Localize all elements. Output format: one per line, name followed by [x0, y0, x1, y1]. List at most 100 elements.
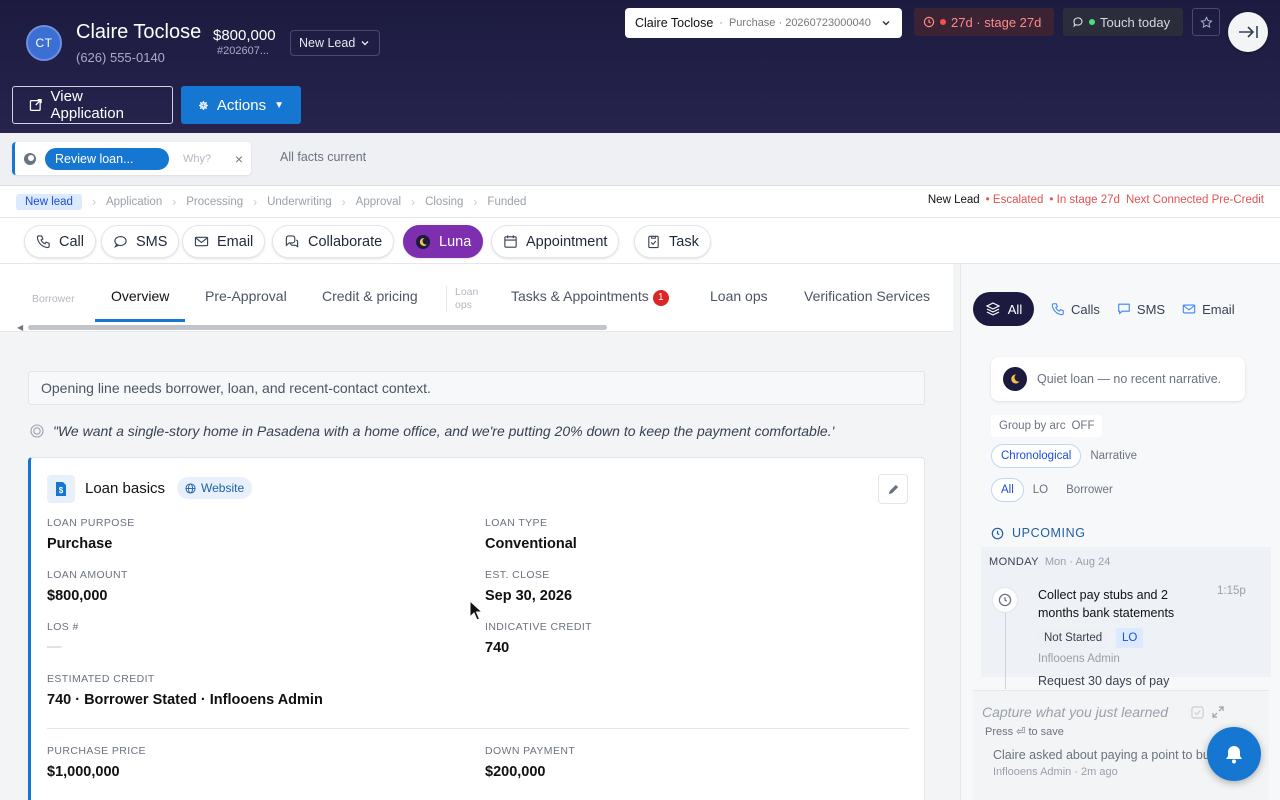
status-dropdown[interactable]: New Lead — [290, 30, 381, 56]
task-title[interactable]: Collect pay stubs and 2 months bank stat… — [1038, 586, 1188, 622]
upcoming-heading: UPCOMING — [991, 526, 1086, 540]
loan-amount-value: $800,000 — [47, 588, 108, 604]
los-value: — — [47, 639, 62, 655]
stage-chip-label: 27d · stage 27d — [951, 14, 1042, 30]
tab-tasks-appointments[interactable]: Tasks & Appointments 1 — [511, 288, 669, 306]
next-step-link[interactable]: Next Connected Pre-Credit — [1126, 194, 1264, 206]
tab-loan-ops[interactable]: Loan ops — [710, 288, 768, 304]
chevron-right-icon: › — [172, 195, 177, 209]
activity-tab-all[interactable]: All — [973, 292, 1034, 326]
stage-new-lead[interactable]: New lead — [16, 194, 82, 210]
chat-bubble-icon — [1073, 17, 1083, 28]
message-square-icon — [1118, 303, 1130, 315]
chevron-right-icon: › — [411, 195, 416, 209]
scroll-left-arrow[interactable]: ◀ — [17, 323, 23, 332]
quiet-loan-text: Quiet loan — no recent narrative. — [1037, 372, 1222, 386]
stage-chip[interactable]: 27d · stage 27d — [914, 8, 1054, 36]
filter-all[interactable]: All — [991, 478, 1024, 502]
calendar-icon — [504, 235, 517, 248]
loan-type-label: LOAN TYPE — [485, 517, 548, 529]
gear-icon — [199, 100, 208, 110]
edit-button[interactable] — [878, 474, 908, 504]
mail-icon — [194, 236, 209, 247]
tab-credit-pricing[interactable]: Credit & pricing — [322, 288, 418, 304]
loan-selector-detail: Purchase · 20260723000040 — [728, 17, 871, 29]
task-button[interactable]: Task — [634, 225, 711, 258]
tab-borrower[interactable]: Borrower — [32, 293, 75, 305]
luna-label: Luna — [439, 233, 472, 250]
group-by-arc-toggle[interactable]: Group by arc OFF — [991, 415, 1103, 437]
task-label: Task — [669, 233, 699, 250]
stage-funded[interactable]: Funded — [487, 193, 526, 211]
task-owner: Inflooens Admin — [1038, 653, 1120, 665]
luna-button[interactable]: Luna — [403, 225, 484, 258]
touch-chip[interactable]: Touch today — [1063, 8, 1183, 36]
loan-amount: $800,000 — [213, 27, 276, 44]
task-detail: Request 30 days of pay — [1038, 674, 1170, 688]
opening-line-hint: Opening line needs borrower, loan, and r… — [28, 371, 925, 405]
actions-button[interactable]: Actions ▼ — [181, 86, 301, 124]
indicative-credit-value: 740 — [485, 640, 510, 656]
actions-label: Actions — [216, 96, 267, 114]
activity-tab-calls[interactable]: Calls — [1051, 302, 1100, 317]
expand-icon[interactable] — [1211, 705, 1225, 719]
stage-underwriting[interactable]: Underwriting — [267, 193, 332, 211]
loan-selector[interactable]: Claire Toclose · Purchase · 202607230000… — [625, 8, 902, 38]
activity-tab-email[interactable]: Email — [1182, 302, 1235, 317]
loan-amount-label: LOAN AMOUNT — [47, 569, 128, 581]
filter-borrower[interactable]: Borrower — [1057, 478, 1122, 502]
chevron-down-icon — [361, 41, 369, 46]
stage-application[interactable]: Application — [106, 193, 162, 211]
activity-tabs: All Calls SMS Email — [973, 292, 1235, 326]
task-status-badge[interactable]: Not Started — [1038, 628, 1109, 648]
luna-mini-icon — [24, 152, 36, 165]
tab-loan-ops-collapsed[interactable]: Loan ops — [446, 286, 478, 312]
stage-processing[interactable]: Processing — [186, 193, 243, 211]
loan-purpose-label: LOAN PURPOSE — [47, 517, 135, 529]
loan-selector-name: Claire Toclose — [635, 16, 714, 30]
upcoming-label: UPCOMING — [1012, 526, 1086, 540]
timeline-line — [1005, 609, 1006, 689]
day-name: MONDAY — [989, 556, 1039, 568]
review-loan-button[interactable]: Review loan... — [45, 147, 169, 170]
caret-down-icon: ▼ — [274, 99, 284, 111]
capture-note-input[interactable]: Capture what you just learned — [982, 704, 1168, 720]
chevron-right-icon: › — [253, 195, 258, 209]
view-mode-narrative[interactable]: Narrative — [1081, 444, 1146, 468]
collaborate-button[interactable]: Collaborate — [272, 225, 395, 258]
why-link[interactable]: Why? — [183, 153, 211, 165]
activity-tab-sms-label: SMS — [1136, 301, 1166, 317]
task-role-badge: LO — [1116, 628, 1144, 648]
review-pill: Review loan... Why? × — [12, 142, 251, 175]
moon-icon — [416, 234, 430, 249]
checkbox-icon[interactable] — [1191, 706, 1204, 719]
activity-tab-sms[interactable]: SMS — [1117, 302, 1165, 317]
view-mode-chronological[interactable]: Chronological — [991, 444, 1082, 468]
tabs-scrollbar[interactable] — [28, 325, 607, 330]
collapse-panel-button[interactable] — [1228, 12, 1268, 52]
stage-closing[interactable]: Closing — [425, 193, 463, 211]
globe-icon — [185, 482, 196, 494]
tab-pre-approval[interactable]: Pre-Approval — [205, 288, 287, 304]
call-button[interactable]: Call — [24, 225, 96, 258]
tab-verification-services[interactable]: Verification Services — [804, 288, 930, 304]
appointment-button[interactable]: Appointment — [491, 225, 620, 258]
bell-icon — [1226, 746, 1242, 764]
view-mode-toggle: Chronological Narrative — [991, 444, 1146, 468]
tab-overview[interactable]: Overview — [111, 288, 169, 304]
notifications-button[interactable] — [1207, 727, 1261, 781]
avatar: CT — [26, 25, 62, 61]
estimated-credit-label: ESTIMATED CREDIT — [47, 673, 155, 685]
sms-button[interactable]: SMS — [101, 225, 180, 258]
group-by-label: Group by arc — [999, 420, 1066, 432]
email-button[interactable]: Email — [182, 225, 266, 258]
star-button[interactable] — [1192, 8, 1220, 36]
mouse-cursor-icon — [469, 600, 483, 621]
view-application-button[interactable]: View Application — [12, 86, 173, 124]
filter-lo[interactable]: LO — [1024, 478, 1057, 502]
stage-approval[interactable]: Approval — [356, 193, 401, 211]
close-icon[interactable]: × — [235, 151, 243, 167]
star-icon — [1199, 15, 1213, 28]
los-label: LOS # — [47, 621, 79, 633]
borrower-phone[interactable]: (626) 555-0140 — [76, 50, 165, 65]
